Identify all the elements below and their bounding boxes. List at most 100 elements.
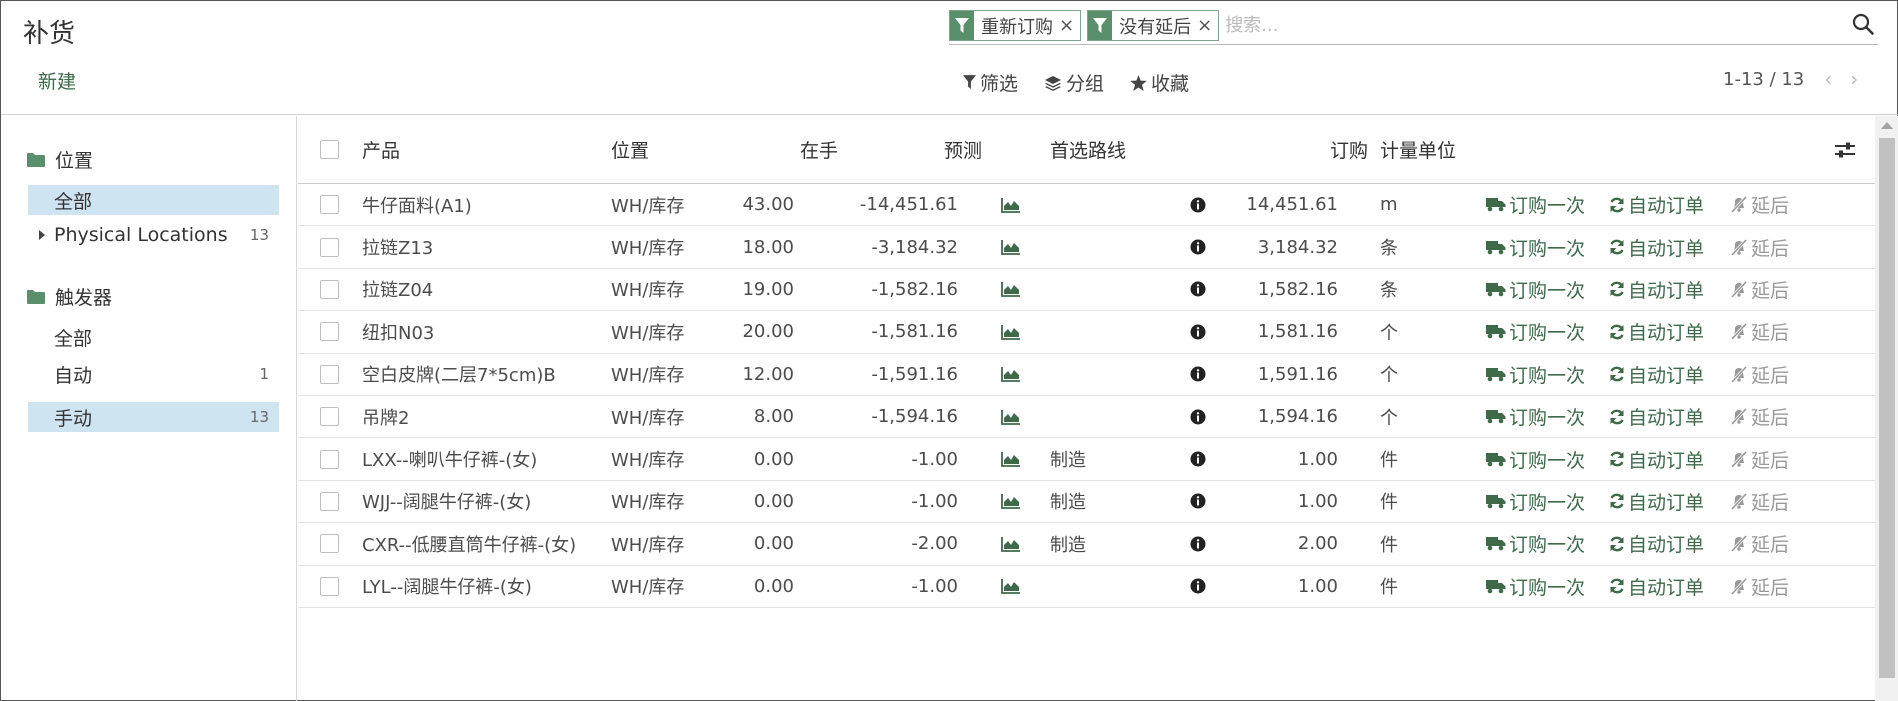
forecast-graph-button[interactable] — [998, 226, 1024, 267]
close-icon[interactable]: × — [1059, 11, 1080, 40]
select-all-checkbox[interactable] — [320, 140, 339, 159]
cell-product[interactable]: LYL--阔腿牛仔裤-(女) — [362, 566, 532, 607]
order-once-button[interactable]: 订购一次 — [1486, 318, 1585, 345]
forecast-graph-button[interactable] — [998, 566, 1024, 607]
sidebar-item-all-locations[interactable]: 全部 — [28, 185, 279, 215]
sidebar-item-manual[interactable]: 手动 13 — [28, 402, 279, 432]
row-checkbox[interactable] — [320, 279, 339, 299]
cell-product[interactable]: 纽扣N03 — [362, 311, 434, 352]
auto-order-button[interactable]: 自动订单 — [1609, 318, 1704, 345]
column-header-forecast[interactable]: 预测 — [838, 116, 982, 183]
row-checkbox[interactable] — [320, 449, 339, 469]
scroll-up-arrow-icon[interactable] — [1881, 122, 1893, 129]
cell-order-qty[interactable]: 1.00 — [1218, 566, 1338, 607]
forecast-graph-button[interactable] — [998, 438, 1024, 479]
snooze-button[interactable]: 延后 — [1730, 276, 1789, 303]
snooze-button[interactable]: 延后 — [1730, 530, 1789, 557]
order-once-button[interactable]: 订购一次 — [1486, 488, 1585, 515]
favorites-button[interactable]: 收藏 — [1130, 69, 1189, 96]
cell-product[interactable]: 拉链Z04 — [362, 269, 433, 310]
order-once-button[interactable]: 订购一次 — [1486, 191, 1585, 218]
cell-product[interactable]: 吊牌2 — [362, 396, 409, 437]
auto-order-button[interactable]: 自动订单 — [1609, 403, 1704, 430]
cell-order-qty[interactable]: 14,451.61 — [1218, 184, 1338, 225]
order-once-button[interactable]: 订购一次 — [1486, 361, 1585, 388]
sidebar-item-auto[interactable]: 自动 1 — [28, 359, 279, 389]
column-header-uom[interactable]: 计量单位 — [1380, 116, 1456, 183]
scrollbar-thumb[interactable] — [1879, 138, 1895, 678]
snooze-button[interactable]: 延后 — [1730, 446, 1789, 473]
row-checkbox[interactable] — [320, 534, 339, 554]
auto-order-button[interactable]: 自动订单 — [1609, 446, 1704, 473]
row-checkbox[interactable] — [320, 237, 339, 257]
cell-order-qty[interactable]: 1,582.16 — [1218, 269, 1338, 310]
cell-order-qty[interactable]: 1,581.16 — [1218, 311, 1338, 352]
row-checkbox[interactable] — [320, 491, 339, 511]
cell-order-qty[interactable]: 1.00 — [1218, 438, 1338, 479]
row-checkbox[interactable] — [320, 364, 339, 384]
column-header-order[interactable]: 订购 — [1218, 116, 1368, 183]
new-button[interactable]: 新建 — [38, 67, 76, 94]
route-info-button[interactable] — [1188, 226, 1208, 267]
route-info-button[interactable] — [1188, 396, 1208, 437]
row-checkbox[interactable] — [320, 322, 339, 342]
route-info-button[interactable] — [1188, 438, 1208, 479]
table-row[interactable]: CXR--低腰直筒牛仔裤-(女) WH/库存 0.00 -2.00 制造 2.00 件 订购一… — [298, 523, 1875, 566]
sliders-icon[interactable] — [1834, 141, 1856, 159]
snooze-button[interactable]: 延后 — [1730, 318, 1789, 345]
row-checkbox[interactable] — [320, 195, 339, 215]
table-row[interactable]: 拉链Z04 WH/库存 19.00 -1,582.16 1,582.16 条 订购一次 自动订… — [298, 269, 1875, 312]
forecast-graph-button[interactable] — [998, 269, 1024, 310]
snooze-button[interactable]: 延后 — [1730, 234, 1789, 261]
order-once-button[interactable]: 订购一次 — [1486, 234, 1585, 261]
order-once-button[interactable]: 订购一次 — [1486, 530, 1585, 557]
scrollbar[interactable] — [1875, 116, 1898, 701]
column-header-location[interactable]: 位置 — [611, 116, 649, 183]
row-checkbox[interactable] — [320, 576, 339, 596]
snooze-button[interactable]: 延后 — [1730, 573, 1789, 600]
auto-order-button[interactable]: 自动订单 — [1609, 488, 1704, 515]
order-once-button[interactable]: 订购一次 — [1486, 573, 1585, 600]
route-info-button[interactable] — [1188, 566, 1208, 607]
cell-order-qty[interactable]: 1,594.16 — [1218, 396, 1338, 437]
forecast-graph-button[interactable] — [998, 354, 1024, 395]
forecast-graph-button[interactable] — [998, 311, 1024, 352]
row-checkbox[interactable] — [320, 407, 339, 427]
cell-product[interactable]: 空白皮牌(二层7*5cm)B — [362, 354, 556, 395]
cell-product[interactable]: 牛仔面料(A1) — [362, 184, 472, 225]
group-by-button[interactable]: 分组 — [1044, 69, 1104, 96]
table-row[interactable]: LYL--阔腿牛仔裤-(女) WH/库存 0.00 -1.00 1.00 件 订购一次 自动订… — [298, 566, 1875, 608]
forecast-graph-button[interactable] — [998, 396, 1024, 437]
table-row[interactable]: 纽扣N03 WH/库存 20.00 -1,581.16 1,581.16 个 订购一次 自动订… — [298, 311, 1875, 354]
auto-order-button[interactable]: 自动订单 — [1609, 191, 1704, 218]
table-row[interactable]: 空白皮牌(二层7*5cm)B WH/库存 12.00 -1,591.16 1,591.1… — [298, 354, 1875, 396]
column-header-route[interactable]: 首选路线 — [1050, 116, 1126, 183]
route-info-button[interactable] — [1188, 523, 1208, 564]
order-once-button[interactable]: 订购一次 — [1486, 403, 1585, 430]
sidebar-item-all-triggers[interactable]: 全部 — [28, 322, 279, 352]
forecast-graph-button[interactable] — [998, 184, 1024, 225]
forecast-graph-button[interactable] — [998, 481, 1024, 522]
route-info-button[interactable] — [1188, 269, 1208, 310]
chevron-right-icon[interactable]: › — [1850, 67, 1858, 91]
pager-range[interactable]: 1-13 / 13 — [1723, 69, 1804, 90]
table-row[interactable]: LXX--喇叭牛仔裤-(女) WH/库存 0.00 -1.00 制造 1.00 件 订购一次 自… — [298, 438, 1875, 481]
chevron-left-icon[interactable]: ‹ — [1824, 67, 1832, 91]
table-row[interactable]: 牛仔面料(A1) WH/库存 43.00 -14,451.61 14,451.61 m 订购… — [298, 184, 1875, 227]
close-icon[interactable]: × — [1197, 11, 1218, 40]
cell-product[interactable]: LXX--喇叭牛仔裤-(女) — [362, 438, 537, 479]
cell-product[interactable]: 拉链Z13 — [362, 226, 433, 267]
table-row[interactable]: WJJ--阔腿牛仔裤-(女) WH/库存 0.00 -1.00 制造 1.00 件 订购一次 自… — [298, 481, 1875, 524]
route-info-button[interactable] — [1188, 481, 1208, 522]
snooze-button[interactable]: 延后 — [1730, 191, 1789, 218]
route-info-button[interactable] — [1188, 354, 1208, 395]
caret-right-icon[interactable] — [39, 230, 45, 240]
sidebar-item-physical-locations[interactable]: Physical Locations 13 — [28, 220, 279, 250]
column-header-product[interactable]: 产品 — [362, 116, 400, 183]
snooze-button[interactable]: 延后 — [1730, 403, 1789, 430]
order-once-button[interactable]: 订购一次 — [1486, 446, 1585, 473]
cell-order-qty[interactable]: 3,184.32 — [1218, 226, 1338, 267]
search-icon[interactable] — [1852, 13, 1876, 37]
cell-product[interactable]: WJJ--阔腿牛仔裤-(女) — [362, 481, 531, 522]
order-once-button[interactable]: 订购一次 — [1486, 276, 1585, 303]
